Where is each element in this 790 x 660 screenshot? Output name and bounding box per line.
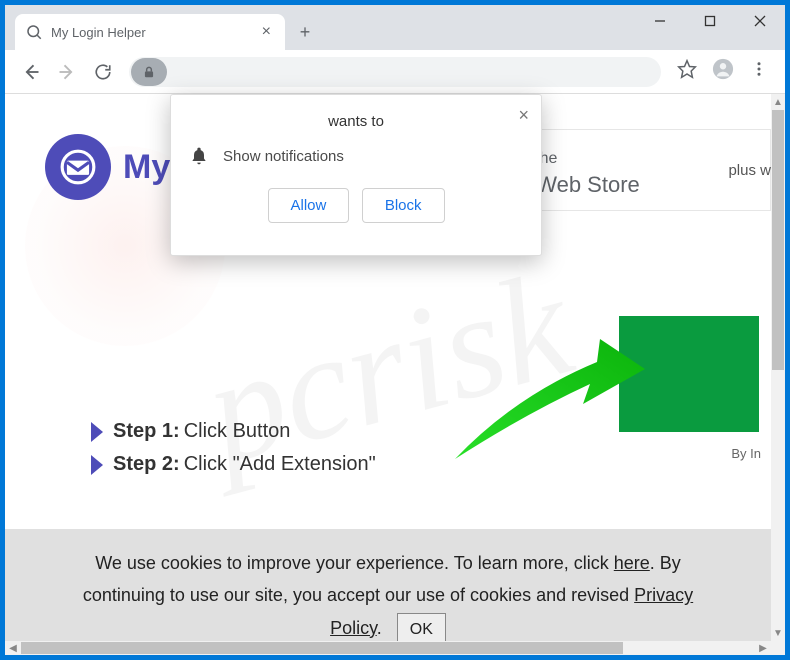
system-buttons [635,5,785,37]
tab-title: My Login Helper [51,25,258,40]
brand-text: My [123,148,170,187]
mail-icon [59,148,97,186]
notification-popup: wants to × Show notifications Allow Bloc… [170,94,542,256]
site-info-button[interactable] [131,58,167,86]
new-tab-button[interactable]: + [291,18,319,46]
step-2: Step 2: Click "Add Extension" [91,453,376,476]
vertical-scrollbar[interactable]: ▲ ▼ [771,94,785,641]
browser-window: My Login Helper × + pcrisk [5,5,785,655]
scroll-right-icon[interactable]: ▶ [755,641,771,655]
notification-title: wants to [189,113,523,130]
allow-button[interactable]: Allow [268,188,350,223]
step-1-text: Click Button [184,420,291,443]
scroll-corner [771,641,785,655]
by-text: By In [731,446,761,461]
address-bar[interactable] [129,57,661,87]
notification-body: Show notifications [223,148,344,165]
scroll-v-track[interactable] [771,110,785,625]
bookmark-button[interactable] [669,59,705,84]
step-2-label: Step 2: [113,453,180,476]
search-icon [25,23,43,41]
scroll-down-icon[interactable]: ▼ [771,625,785,641]
plus-text: plus w [715,162,771,179]
reload-button[interactable] [85,54,121,90]
notification-body-row: Show notifications [189,146,523,166]
notification-close-icon[interactable]: × [518,105,529,126]
block-button[interactable]: Block [362,188,445,223]
scroll-h-thumb[interactable] [21,642,623,654]
profile-button[interactable] [705,58,741,85]
scroll-h-track[interactable] [21,641,755,655]
horizontal-scrollbar[interactable]: ◀ ▶ [5,641,771,655]
scroll-v-thumb[interactable] [772,110,784,370]
cookie-text-3: . [377,618,382,638]
bell-icon [189,146,209,166]
step-1: Step 1: Click Button [91,420,376,443]
brand-icon [45,134,111,200]
scroll-up-icon[interactable]: ▲ [771,94,785,110]
maximize-button[interactable] [685,5,735,37]
back-button[interactable] [13,54,49,90]
tab-close-icon[interactable]: × [258,23,275,41]
step-marker-icon [91,455,103,475]
menu-button[interactable] [741,60,777,83]
step-1-label: Step 1: [113,420,180,443]
lock-icon [142,65,156,79]
green-box[interactable] [619,316,759,432]
scroll-left-icon[interactable]: ◀ [5,641,21,655]
brand-logo: My [45,134,170,200]
close-window-button[interactable] [735,5,785,37]
toolbar [5,50,785,94]
browser-tab[interactable]: My Login Helper × [15,14,285,50]
cookie-here-link[interactable]: here [614,553,650,573]
titlebar: My Login Helper × + [5,5,785,50]
notification-buttons: Allow Block [189,188,523,223]
steps: Step 1: Click Button Step 2: Click "Add … [91,420,376,486]
cookie-bar: We use cookies to improve your experienc… [5,529,771,641]
arrow-icon [435,334,645,464]
cookie-text-1: We use cookies to improve your experienc… [95,553,614,573]
minimize-button[interactable] [635,5,685,37]
forward-button[interactable] [49,54,85,90]
step-marker-icon [91,422,103,442]
step-2-text: Click "Add Extension" [184,453,376,476]
